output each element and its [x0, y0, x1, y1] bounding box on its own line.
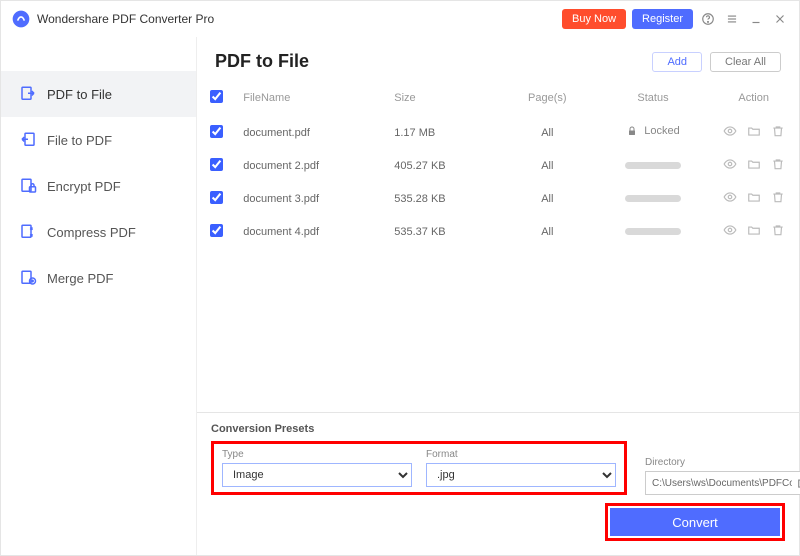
table-row: document.pdf1.17 MBAll Locked [197, 116, 799, 149]
cell-filename: document 3.pdf [235, 182, 386, 215]
compress-pdf-icon [19, 223, 37, 241]
cell-size: 535.37 KB [386, 215, 497, 248]
sidebar-item-file-to-pdf[interactable]: File to PDF [1, 117, 196, 163]
app-title: Wondershare PDF Converter Pro [37, 12, 214, 26]
app-logo-icon [11, 9, 31, 29]
file-to-pdf-icon [19, 131, 37, 149]
open-folder-icon[interactable] [747, 157, 761, 171]
page-title: PDF to File [215, 51, 309, 72]
cell-filename: document 4.pdf [235, 215, 386, 248]
col-filename: FileName [235, 80, 386, 116]
row-checkbox[interactable] [210, 224, 223, 237]
cell-size: 405.27 KB [386, 149, 497, 182]
add-button[interactable]: Add [652, 52, 702, 72]
open-folder-icon[interactable] [747, 223, 761, 237]
menu-icon[interactable] [723, 10, 741, 28]
status-progress-bar [625, 162, 681, 169]
cell-pages: All [497, 149, 598, 182]
status-progress-bar [625, 228, 681, 235]
titlebar: Wondershare PDF Converter Pro Buy Now Re… [1, 1, 799, 37]
preview-icon[interactable] [723, 223, 737, 237]
lock-icon [626, 125, 638, 137]
cell-size: 1.17 MB [386, 116, 497, 149]
cell-status [598, 215, 709, 248]
row-checkbox[interactable] [210, 158, 223, 171]
table-row: document 2.pdf405.27 KBAll [197, 149, 799, 182]
cell-filename: document 2.pdf [235, 149, 386, 182]
delete-icon[interactable] [771, 223, 785, 237]
preview-icon[interactable] [723, 157, 737, 171]
clear-all-button[interactable]: Clear All [710, 52, 781, 72]
col-size: Size [386, 80, 497, 116]
preview-icon[interactable] [723, 124, 737, 138]
presets-title: Conversion Presets [211, 423, 785, 435]
select-all-checkbox[interactable] [210, 90, 223, 103]
open-folder-icon[interactable] [747, 190, 761, 204]
convert-button[interactable]: Convert [610, 508, 780, 536]
minimize-icon[interactable] [747, 10, 765, 28]
table-row: document 4.pdf535.37 KBAll [197, 215, 799, 248]
directory-label: Directory [645, 457, 800, 468]
main-panel: PDF to File Add Clear All FileName Size … [196, 37, 799, 555]
format-label: Format [426, 449, 616, 460]
file-table: FileName Size Page(s) Status Action docu… [197, 80, 799, 248]
cell-filename: document.pdf [235, 116, 386, 149]
delete-icon[interactable] [771, 124, 785, 138]
sidebar: PDF to File File to PDF Encrypt PDF Comp… [1, 37, 196, 555]
merge-pdf-icon [19, 269, 37, 287]
open-folder-icon[interactable] [747, 124, 761, 138]
cell-pages: All [497, 182, 598, 215]
directory-input[interactable] [645, 471, 800, 495]
close-icon[interactable] [771, 10, 789, 28]
sidebar-item-compress-pdf[interactable]: Compress PDF [1, 209, 196, 255]
table-row: document 3.pdf535.28 KBAll [197, 182, 799, 215]
type-label: Type [222, 449, 412, 460]
row-checkbox[interactable] [210, 125, 223, 138]
delete-icon[interactable] [771, 190, 785, 204]
type-select[interactable]: Image [222, 463, 412, 487]
sidebar-item-encrypt-pdf[interactable]: Encrypt PDF [1, 163, 196, 209]
sidebar-item-label: Merge PDF [47, 271, 113, 286]
buy-now-button[interactable]: Buy Now [562, 9, 626, 29]
format-select[interactable]: .jpg [426, 463, 616, 487]
sidebar-item-label: Encrypt PDF [47, 179, 121, 194]
col-action: Action [708, 80, 799, 116]
status-progress-bar [625, 195, 681, 202]
register-button[interactable]: Register [632, 9, 693, 29]
sidebar-item-label: Compress PDF [47, 225, 136, 240]
cell-status [598, 182, 709, 215]
cell-status: Locked [598, 116, 709, 149]
highlighted-convert: Convert [605, 503, 785, 541]
encrypt-pdf-icon [19, 177, 37, 195]
cell-pages: All [497, 116, 598, 149]
sidebar-item-merge-pdf[interactable]: Merge PDF [1, 255, 196, 301]
sidebar-item-label: PDF to File [47, 87, 112, 102]
cell-pages: All [497, 215, 598, 248]
status-locked: Locked [644, 125, 679, 137]
sidebar-item-pdf-to-file[interactable]: PDF to File [1, 71, 196, 117]
sidebar-item-label: File to PDF [47, 133, 112, 148]
col-status: Status [598, 80, 709, 116]
cell-status [598, 149, 709, 182]
col-pages: Page(s) [497, 80, 598, 116]
help-icon[interactable] [699, 10, 717, 28]
conversion-presets-panel: Conversion Presets Type Image Format [197, 412, 799, 555]
preview-icon[interactable] [723, 190, 737, 204]
row-checkbox[interactable] [210, 191, 223, 204]
highlighted-presets: Type Image Format .jpg [211, 441, 627, 495]
cell-size: 535.28 KB [386, 182, 497, 215]
delete-icon[interactable] [771, 157, 785, 171]
pdf-to-file-icon [19, 85, 37, 103]
